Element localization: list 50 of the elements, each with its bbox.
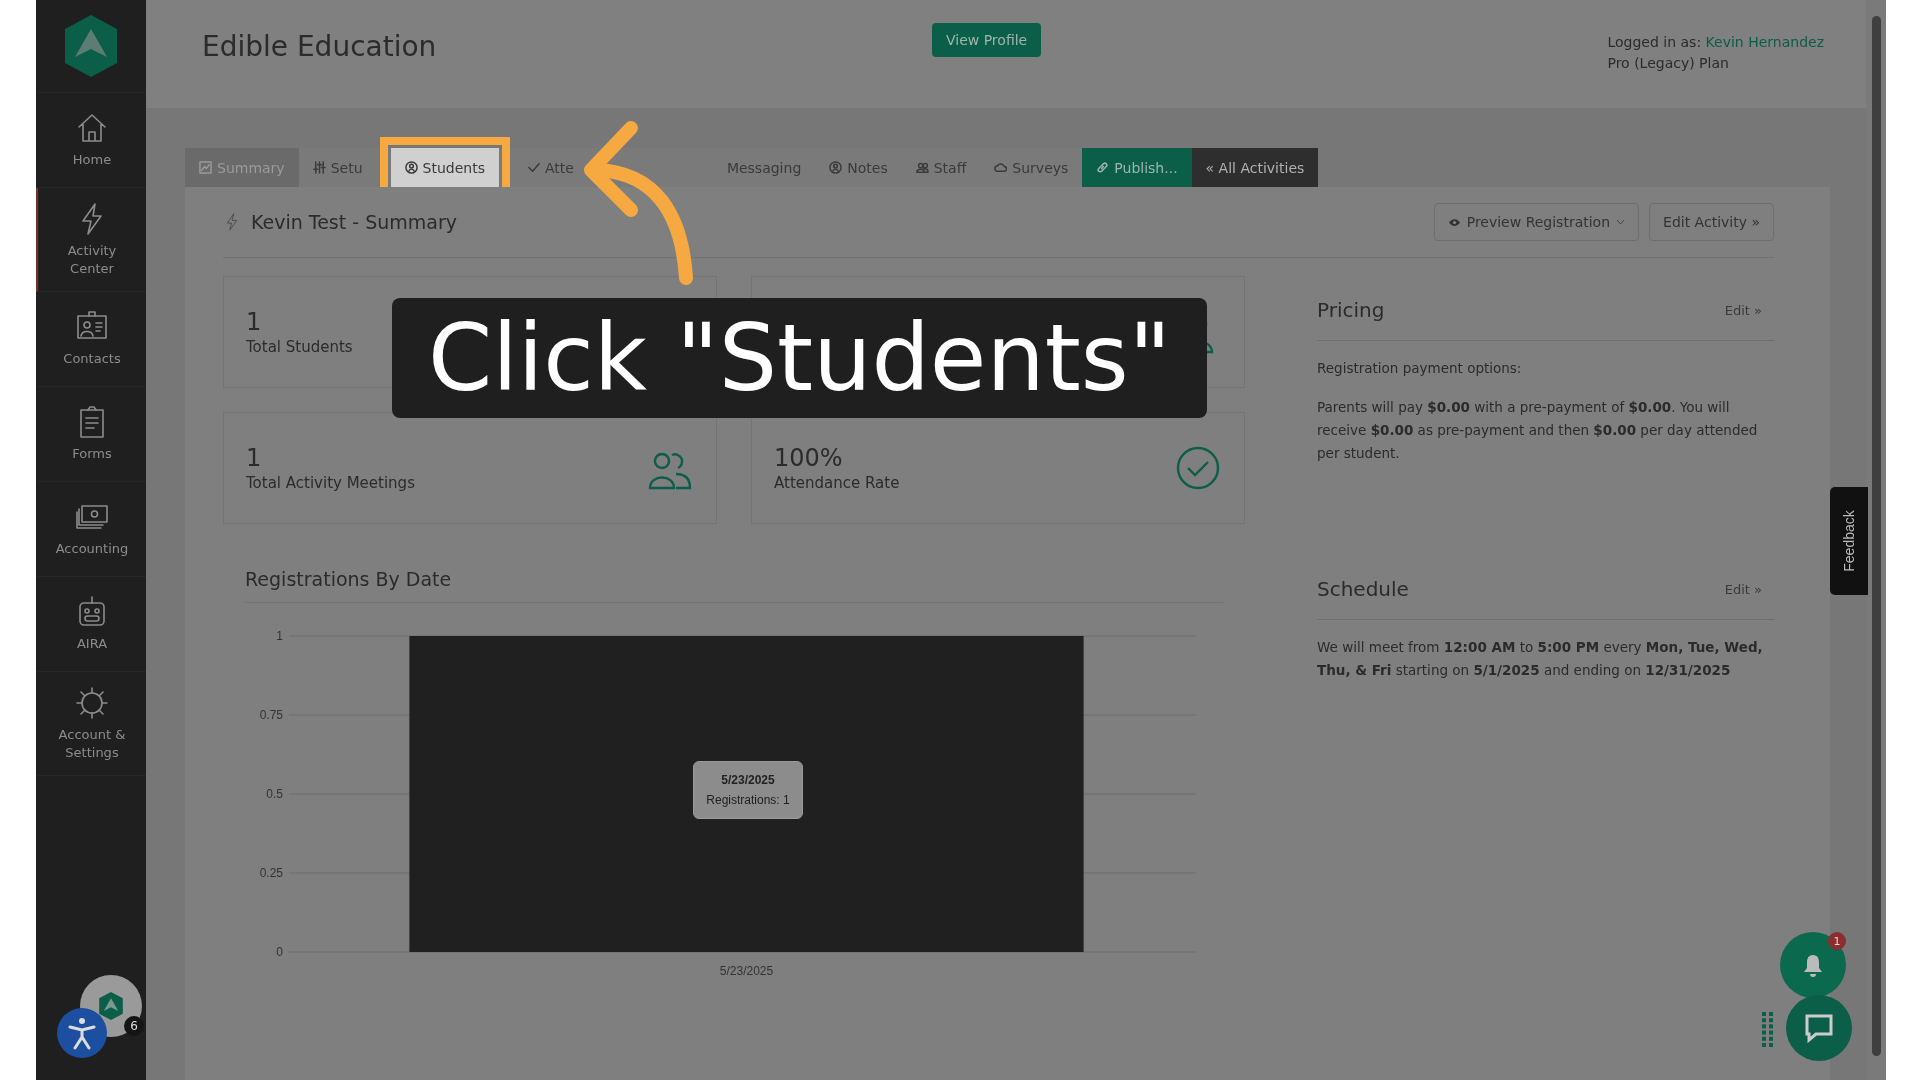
stat-label: Attendance Rate	[774, 474, 900, 492]
section-subtitle: Registration payment options:	[1317, 359, 1523, 378]
caret-icon	[1616, 219, 1626, 225]
chart-title: Registrations By Date	[245, 568, 1223, 603]
section-title: Pricing	[1317, 298, 1385, 322]
y-tick-label: 0	[276, 945, 283, 959]
stat-value: 1	[246, 444, 263, 472]
tab[interactable]: « All Activities	[1191, 148, 1319, 187]
eye-icon	[1447, 217, 1461, 227]
people-icon	[915, 161, 929, 174]
tooltip-date: 5/23/2025	[720, 772, 776, 789]
stat-value: 1	[246, 308, 263, 336]
organization-title: Edible Education	[202, 30, 438, 63]
instruction-caption: Click "Students"	[392, 298, 1207, 418]
stat-label: Total Activity Meetings	[246, 474, 415, 492]
edit-link[interactable]: Edit »	[1724, 302, 1762, 318]
bar[interactable]	[409, 636, 1084, 952]
pricing-description: Parents will pay $0.00 with a pre-payment of $0.00. You will receive $0.00 as pre-payment and then $0.00 per day attended per student.	[1317, 398, 1759, 463]
accessibility-icon	[67, 1016, 97, 1050]
sliders-icon	[312, 161, 326, 174]
check-icon	[1174, 446, 1222, 490]
check-icon	[526, 161, 540, 174]
tab[interactable]: Publish...	[1082, 148, 1192, 187]
view-profile-button[interactable]: View Profile	[932, 23, 1042, 57]
stat-value: 100%	[774, 444, 844, 472]
plan-name: Pro (Legacy) Plan	[1607, 54, 1730, 73]
cloud-icon	[994, 161, 1008, 174]
section-title: Schedule	[1317, 577, 1409, 601]
preview-registration-button[interactable]: Preview Registration	[1433, 203, 1640, 241]
page-title: Kevin Test - Summary	[251, 211, 457, 233]
y-tick-label: 0.5	[266, 787, 283, 801]
stat-label: Total Students	[246, 338, 353, 356]
edit-activity-button[interactable]: Edit Activity »	[1649, 203, 1774, 241]
grip-dots-icon[interactable]	[1762, 1012, 1774, 1048]
feedback-tab[interactable]: Feedback	[1830, 487, 1868, 595]
scrollbar[interactable]	[1866, 0, 1886, 1080]
logo-icon	[97, 991, 125, 1021]
schedule-description: We will meet from 12:00 AM to 5:00 PM every Mon, Tue, Wed, Thu, & Fri starting on 5/1/2025 and ending on 12/31/2025	[1317, 638, 1764, 680]
user-name-link[interactable]: Kevin Hernandez	[1705, 34, 1824, 50]
y-tick-label: 1	[276, 629, 283, 643]
y-tick-label: 0.75	[259, 708, 283, 722]
edit-link[interactable]: Edit »	[1724, 581, 1762, 597]
link-icon	[1096, 161, 1110, 174]
logged-in-label: Logged in as:	[1607, 34, 1703, 50]
bell-icon	[1802, 953, 1824, 977]
chart-icon	[199, 161, 212, 174]
gear-icon	[75, 686, 109, 721]
x-tick-label: 5/23/2025	[719, 964, 774, 978]
y-tick-label: 0.25	[259, 866, 283, 880]
tooltip-value: Registrations: 1	[706, 793, 790, 807]
